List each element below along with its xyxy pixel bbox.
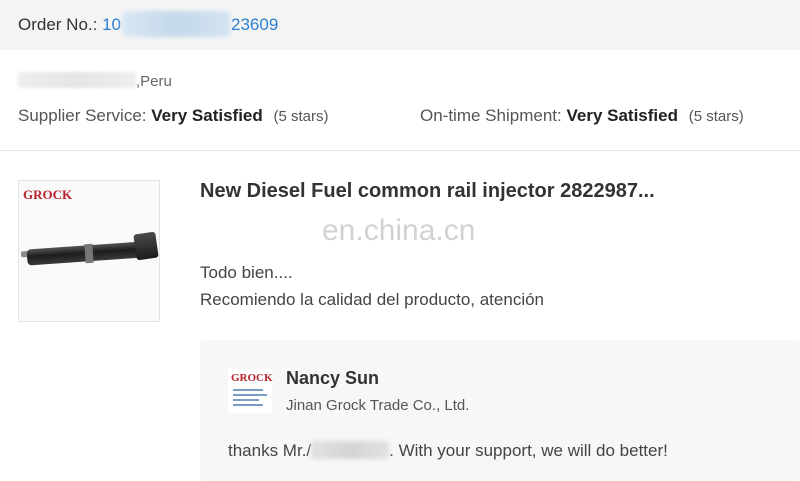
supplier-service-stars: (5 stars) <box>273 108 329 125</box>
buyer-location: ,Peru <box>136 73 172 90</box>
supplier-reply: GROCK Nancy Sun Jinan Grock Trade Co., L… <box>200 340 800 481</box>
shipment-value: Very Satisfied <box>566 106 678 125</box>
thumbnail-brand-logo: GROCK <box>23 187 73 202</box>
order-number-row: Order No.: 10 23609 <box>18 11 279 37</box>
supplier-logo-brand: GROCK <box>231 372 273 384</box>
order-number-redaction <box>122 11 231 37</box>
shipment-stars: (5 stars) <box>688 108 744 125</box>
section-divider <box>0 150 800 151</box>
order-bar: Order No.: 10 23609 <box>0 0 800 50</box>
order-number-suffix: 23609 <box>231 15 279 34</box>
site-watermark: en.china.cn <box>322 214 476 247</box>
product-thumbnail[interactable]: GROCK <box>18 180 160 322</box>
product-title-link[interactable]: New Diesel Fuel common rail injector 282… <box>200 180 655 203</box>
order-label: Order No.: <box>18 15 98 34</box>
review-text-line-1: Todo bien.... <box>200 263 293 282</box>
review-text-line-2: Recomiendo la calidad del producto, aten… <box>200 290 545 309</box>
shipment-label: On-time Shipment: <box>420 106 562 125</box>
supplier-logo: GROCK <box>228 369 273 413</box>
reply-text-before: thanks Mr./ <box>228 441 312 460</box>
supplier-service-value: Very Satisfied <box>151 106 263 125</box>
shipment-rating: On-time Shipment: Very Satisfied (5 star… <box>420 106 744 126</box>
supplier-company-name: Jinan Grock Trade Co., Ltd. <box>286 397 470 414</box>
supplier-service-rating: Supplier Service: Very Satisfied (5 star… <box>18 106 329 126</box>
buyer-name-redaction <box>18 72 136 88</box>
supplier-service-label: Supplier Service: <box>18 106 147 125</box>
reply-text-after: . With your support, we will do better! <box>389 441 668 460</box>
buyer-info: ,Peru <box>18 72 172 90</box>
order-number-prefix: 10 <box>102 15 122 34</box>
supplier-reply-text: thanks Mr./ . With your support, we will … <box>228 441 668 461</box>
order-number-link[interactable]: 10 23609 <box>102 11 279 37</box>
supplier-contact-name: Nancy Sun <box>286 368 380 388</box>
reply-name-redaction <box>311 441 390 459</box>
